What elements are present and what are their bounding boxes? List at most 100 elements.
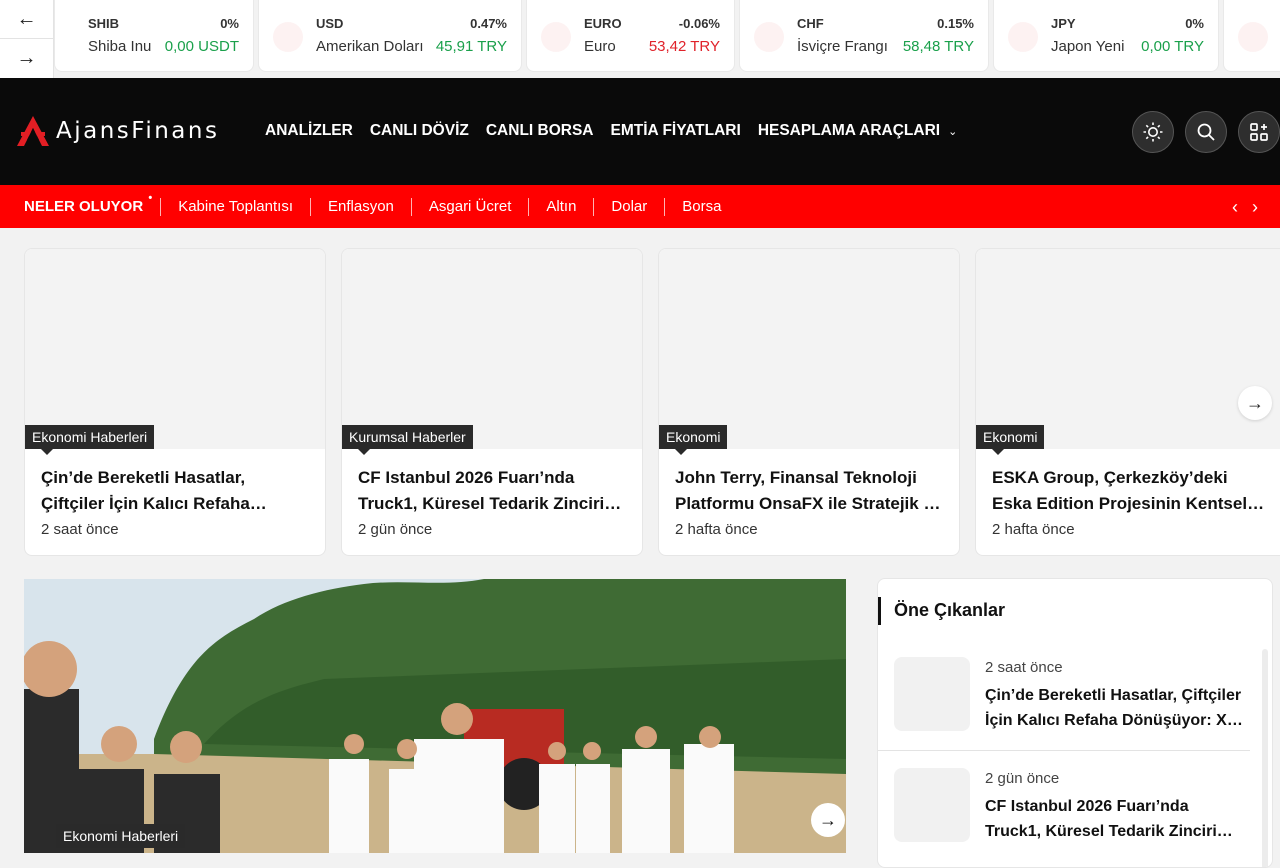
trending-lead-label: NELER OLUYOR — [24, 198, 144, 215]
sun-icon — [1143, 122, 1163, 142]
search-button[interactable] — [1185, 111, 1227, 153]
nav-canli-borsa[interactable]: CANLI BORSA — [486, 122, 594, 140]
currency-price: 53,42 TRY — [648, 38, 720, 55]
ticker-item-usd[interactable]: USD 0.47% Amerikan Doları 45,91 TRY — [258, 0, 522, 72]
news-card-time: 2 saat önce — [41, 521, 119, 538]
trending-item[interactable]: Asgari Ücret — [410, 197, 529, 216]
currency-change: 0% — [220, 16, 239, 31]
hero-image — [24, 579, 846, 853]
ticker-item-partial[interactable] — [1223, 0, 1280, 72]
apps-icon — [1250, 123, 1268, 141]
featured-time: 2 gün önce — [985, 770, 1060, 787]
currency-price: 0,00 USDT — [164, 38, 239, 55]
currency-code: EURO — [584, 16, 622, 31]
coin-icon — [754, 22, 784, 52]
site-header: AjansFinans ANALİZLER CANLI DÖVİZ CANLI … — [0, 78, 1280, 185]
arrow-right-icon[interactable]: → — [0, 39, 53, 78]
logo-mark-icon — [17, 116, 49, 146]
coin-icon — [273, 22, 303, 52]
ticker-item-chf[interactable]: CHF 0.15% İsviçre Frangı 58,48 TRY — [739, 0, 989, 72]
nav-emtia-fiyatlari[interactable]: EMTİA FİYATLARI — [611, 122, 741, 140]
ticker-arrows: ← → — [0, 0, 54, 78]
coin-icon — [1008, 22, 1038, 52]
search-icon — [1197, 123, 1215, 141]
featured-item[interactable]: 2 gün önce CF Istanbul 2026 Fuarı’nda Tr… — [878, 758, 1250, 867]
trending-item[interactable]: Enflasyon — [310, 197, 411, 216]
currency-code: CHF — [797, 16, 824, 31]
currency-name: Japon Yeni — [1051, 38, 1125, 55]
heading-accent — [878, 597, 881, 625]
news-card-title[interactable]: John Terry, Finansal Teknoloji Platformu… — [675, 465, 945, 517]
featured-thumbnail — [894, 768, 970, 842]
category-tag[interactable]: Ekonomi — [976, 425, 1045, 455]
featured-scrollbar[interactable] — [1262, 649, 1268, 867]
nav-canli-doviz[interactable]: CANLI DÖVİZ — [370, 122, 469, 140]
news-card-image — [25, 249, 325, 449]
live-dot: • — [148, 192, 153, 204]
currency-change: 0% — [1185, 16, 1204, 31]
news-card-title[interactable]: ESKA Group, Çerkezköy’deki Eska Edition … — [992, 465, 1266, 517]
coin-icon — [1238, 22, 1268, 52]
nav-hesaplama-araclari[interactable]: HESAPLAMA ARAÇLARI ⌄ — [758, 122, 957, 140]
currency-name: Euro — [584, 38, 616, 55]
category-tag[interactable]: Ekonomi Haberleri — [25, 425, 155, 455]
featured-heading: Öne Çıkanlar — [894, 600, 1006, 620]
news-card-image — [976, 249, 1280, 449]
divider — [878, 750, 1250, 751]
news-card-image — [342, 249, 642, 449]
logo-text: AjansFinans — [56, 118, 220, 144]
ticker-item-jpy[interactable]: JPY 0% Japon Yeni 0,00 TRY — [993, 0, 1219, 72]
currency-change: 0.47% — [470, 16, 507, 31]
currency-name: Shiba Inu — [88, 38, 152, 55]
currency-price: 0,00 TRY — [1141, 38, 1204, 55]
ticker-item-euro[interactable]: EURO -0.06% Euro 53,42 TRY — [526, 0, 735, 72]
trending-bar: NELER OLUYOR • Kabine Toplantısı Enflasyo… — [0, 185, 1280, 228]
news-card[interactable]: Ekonomi Haberleri Çin’de Bereketli Hasat… — [24, 248, 326, 556]
news-card-title[interactable]: Çin’de Bereketli Hasatlar, Çiftçiler İçi… — [41, 465, 311, 517]
currency-code: USD — [316, 16, 344, 31]
trending-item[interactable]: Kabine Toplantısı — [160, 197, 310, 216]
news-card[interactable]: Ekonomi John Terry, Finansal Teknoloji P… — [658, 248, 960, 556]
trending-arrows: ‹ › — [1232, 197, 1258, 218]
category-tag[interactable]: Kurumsal Haberler — [342, 425, 473, 455]
apps-button[interactable] — [1238, 111, 1280, 153]
news-card[interactable]: Ekonomi ESKA Group, Çerkezköy’deki Eska … — [975, 248, 1280, 556]
news-card-time: 2 hafta önce — [992, 521, 1075, 538]
currency-code: SHIB — [88, 16, 120, 31]
featured-title[interactable]: CF Istanbul 2026 Fuarı’nda Truck1, Küres… — [985, 794, 1244, 844]
featured-item[interactable]: 2 saat önce Çin’de Bereketli Hasatlar, Ç… — [878, 647, 1250, 757]
arrow-right-icon[interactable]: → — [1238, 386, 1272, 420]
trending-item[interactable]: Altın — [528, 197, 593, 216]
nav-hesaplama-label: HESAPLAMA ARAÇLARI — [757, 122, 941, 139]
currency-price: 45,91 TRY — [435, 38, 507, 55]
site-logo[interactable]: AjansFinans — [16, 114, 219, 148]
nav-analizler[interactable]: ANALİZLER — [265, 122, 353, 140]
news-card-title[interactable]: CF Istanbul 2026 Fuarı’nda Truck1, Küres… — [358, 465, 628, 517]
category-tag[interactable]: Ekonomi — [659, 425, 728, 455]
news-card-image — [659, 249, 959, 449]
currency-price: 58,48 TRY — [902, 38, 974, 55]
arrow-left-icon[interactable]: ← — [0, 0, 53, 39]
currency-name: İsviçre Frangı — [797, 38, 888, 55]
chevron-left-icon[interactable]: ‹ — [1232, 197, 1238, 218]
trending-item[interactable]: Dolar — [593, 197, 664, 216]
currency-change: 0.15% — [937, 16, 974, 31]
chevron-down-icon: ⌄ — [948, 126, 958, 138]
main-nav: ANALİZLER CANLI DÖVİZ CANLI BORSA EMTİA … — [265, 122, 957, 140]
arrow-right-icon[interactable]: → — [811, 803, 845, 837]
ticker-item-shib[interactable]: SHIB 0% Shiba Inu 0,00 USDT — [54, 0, 254, 72]
news-card[interactable]: Kurumsal Haberler CF Istanbul 2026 Fuarı… — [341, 248, 643, 556]
hero-slider[interactable]: Ekonomi Haberleri → — [24, 579, 846, 853]
featured-title[interactable]: Çin’de Bereketli Hasatlar, Çiftçiler İçi… — [985, 683, 1244, 733]
theme-toggle-button[interactable] — [1132, 111, 1174, 153]
category-tag[interactable]: Ekonomi Haberleri — [56, 824, 186, 848]
news-card-time: 2 gün önce — [358, 521, 433, 538]
trending-item[interactable]: Borsa — [664, 197, 738, 216]
trending-lead: NELER OLUYOR • — [24, 192, 152, 215]
coin-icon — [541, 22, 571, 52]
chevron-right-icon[interactable]: › — [1252, 197, 1258, 218]
featured-panel: Öne Çıkanlar 2 saat önce Çin’de Bereketl… — [877, 578, 1273, 868]
currency-code: JPY — [1051, 16, 1076, 31]
currency-name: Amerikan Doları — [316, 38, 424, 55]
news-card-time: 2 hafta önce — [675, 521, 758, 538]
